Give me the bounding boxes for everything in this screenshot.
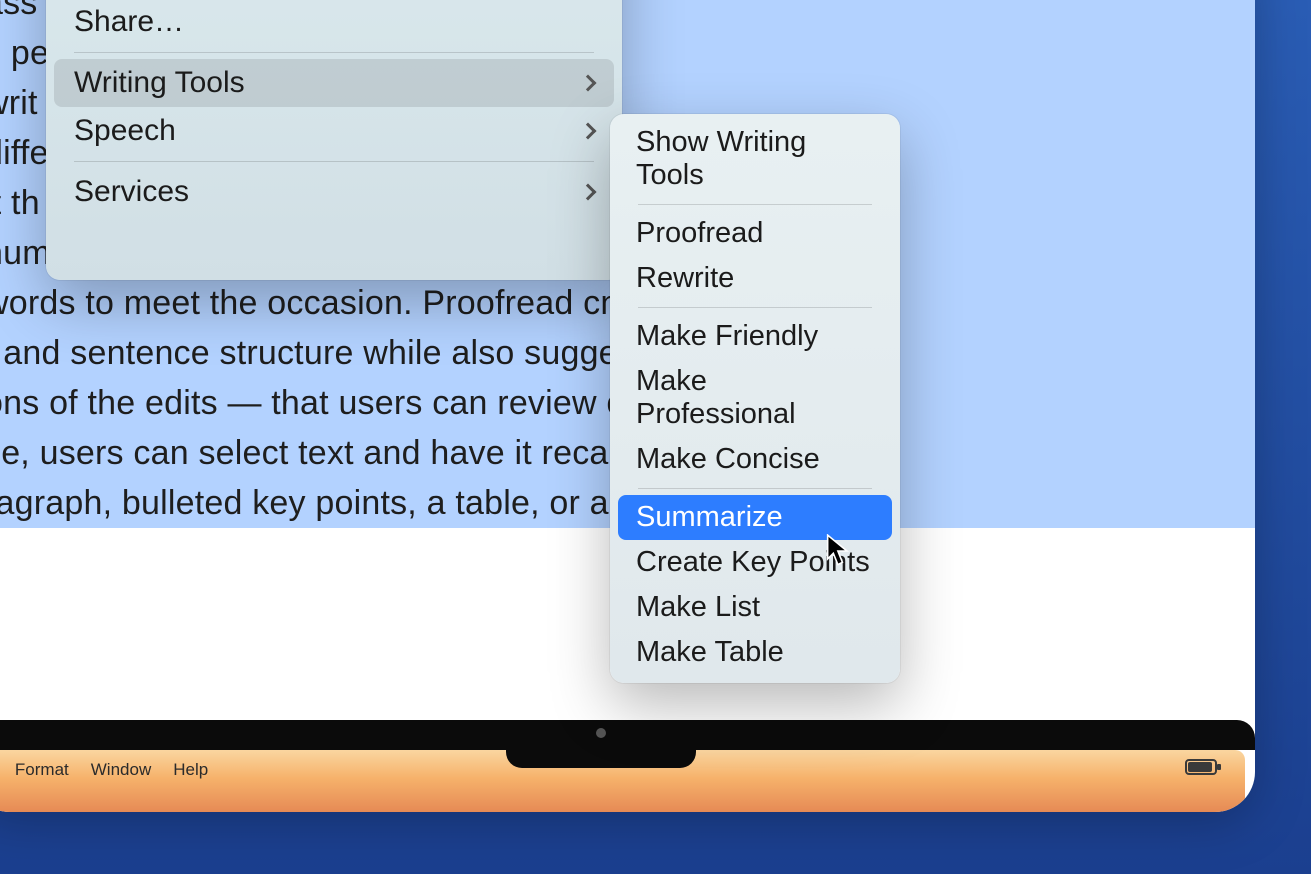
- submenu-item-make-list[interactable]: Make List: [618, 585, 892, 630]
- submenu-item-rewrite[interactable]: Rewrite: [618, 256, 892, 301]
- menu-separator: [638, 488, 872, 489]
- menu-item-label: Summarize: [636, 501, 783, 534]
- menu-item-label: Services: [74, 175, 189, 209]
- menu-item-label: Make Friendly: [636, 320, 818, 353]
- menu-item-label: Make Professional: [636, 365, 874, 431]
- submenu-item-make-professional[interactable]: Make Professional: [618, 359, 892, 437]
- menu-item-label: Show Writing Tools: [636, 126, 874, 192]
- writing-tools-submenu[interactable]: Show Writing Tools Proofread Rewrite Mak…: [610, 114, 900, 683]
- submenu-item-summarize[interactable]: Summarize: [618, 495, 892, 540]
- submenu-item-make-friendly[interactable]: Make Friendly: [618, 314, 892, 359]
- chevron-right-icon: [580, 123, 597, 140]
- menu-item-label: Make List: [636, 591, 760, 624]
- chevron-right-icon: [580, 184, 597, 201]
- chevron-right-icon: [580, 75, 597, 92]
- menu-item-label: Writing Tools: [74, 66, 245, 100]
- menu-item-speech[interactable]: Speech: [54, 107, 614, 155]
- submenu-item-make-concise[interactable]: Make Concise: [618, 437, 892, 482]
- menu-item-label: Speech: [74, 114, 176, 148]
- menu-separator: [74, 161, 594, 162]
- submenu-item-make-table[interactable]: Make Table: [618, 630, 892, 675]
- submenu-item-show-writing-tools[interactable]: Show Writing Tools: [618, 120, 892, 198]
- menu-item-label: Create Key Points: [636, 546, 870, 579]
- menu-item-label: Make Table: [636, 636, 784, 669]
- menu-item-label: Proofread: [636, 217, 763, 250]
- submenu-item-create-key-points[interactable]: Create Key Points: [618, 540, 892, 585]
- menu-item-share[interactable]: Share…: [54, 0, 614, 46]
- menu-item-services[interactable]: Services: [54, 168, 614, 216]
- submenu-item-proofread[interactable]: Proofread: [618, 211, 892, 256]
- showcase-card: ass n ght, or s per s feel writ llows di…: [0, 0, 1255, 812]
- menu-separator: [638, 204, 872, 205]
- menu-separator: [638, 307, 872, 308]
- menu-item-label: Share…: [74, 5, 184, 39]
- menu-item-label: Make Concise: [636, 443, 820, 476]
- menu-item-label: Rewrite: [636, 262, 734, 295]
- menu-separator: [74, 52, 594, 53]
- menu-item-writing-tools[interactable]: Writing Tools: [54, 59, 614, 107]
- context-menu[interactable]: Copy New Quick Note Share… Writing Tools…: [46, 0, 622, 280]
